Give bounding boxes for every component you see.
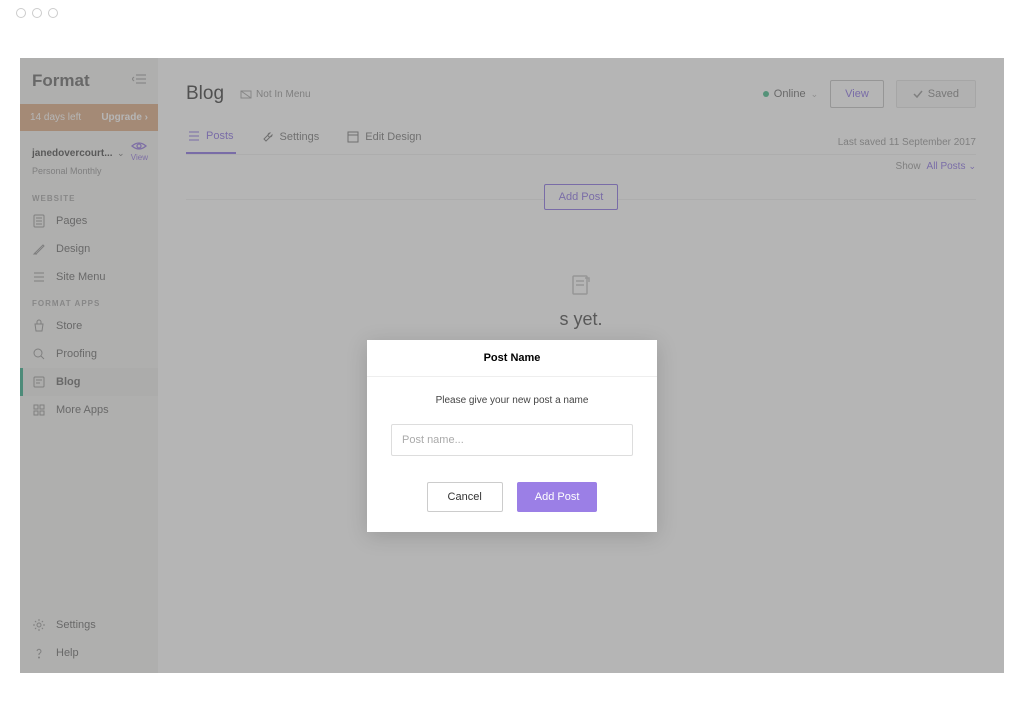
cancel-button[interactable]: Cancel	[427, 482, 503, 512]
window-dot	[48, 8, 58, 18]
modal-instruction: Please give your new post a name	[391, 395, 633, 406]
window-dot	[16, 8, 26, 18]
post-name-input[interactable]	[391, 424, 633, 456]
window-controls	[16, 8, 58, 18]
add-post-submit-button[interactable]: Add Post	[517, 482, 598, 512]
window-dot	[32, 8, 42, 18]
post-name-modal: Post Name Please give your new post a na…	[367, 340, 657, 532]
modal-title: Post Name	[367, 340, 657, 377]
